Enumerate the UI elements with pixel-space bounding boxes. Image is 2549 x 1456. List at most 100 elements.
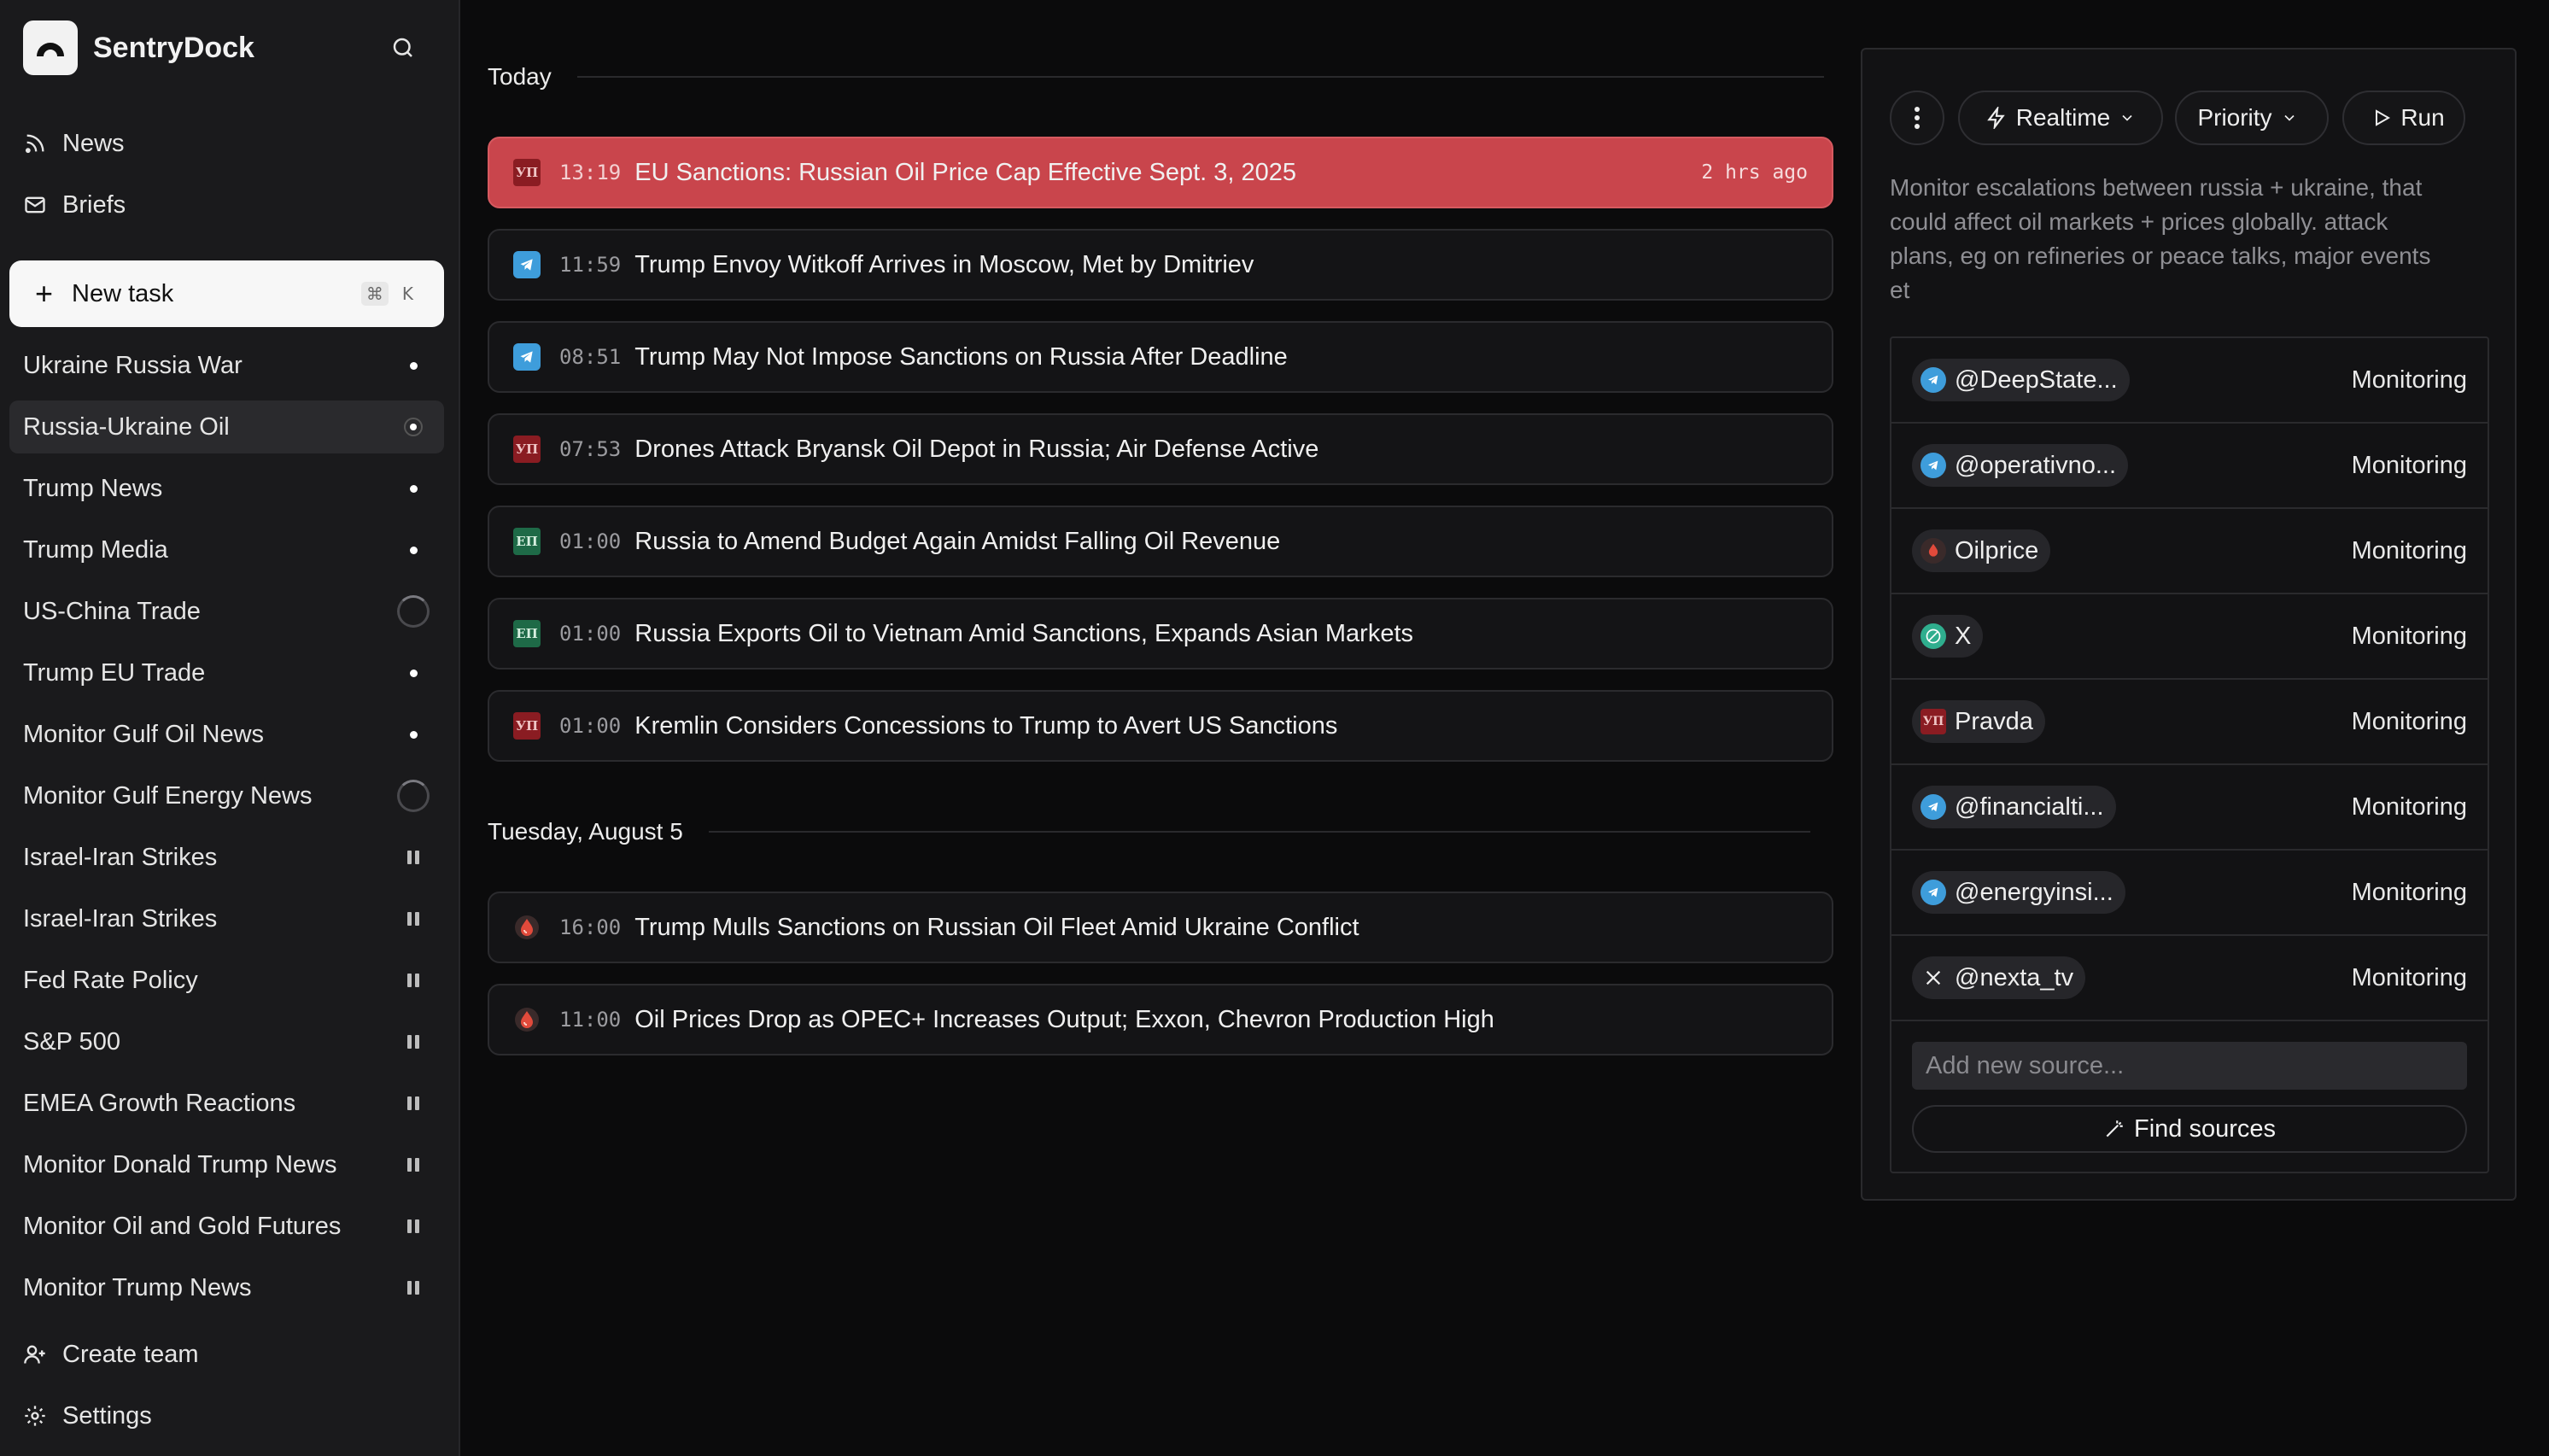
feed-headline: Drones Attack Bryansk Oil Depot in Russi… (634, 435, 1319, 463)
task-item[interactable]: Israel-Iran Strikes (9, 831, 444, 884)
task-item[interactable]: Monitor Gulf Oil News (9, 708, 444, 761)
task-status (396, 1025, 430, 1059)
priority-dropdown[interactable]: Priority (2175, 91, 2329, 145)
active-dot-icon (409, 484, 418, 493)
mode-label: Realtime (2015, 104, 2111, 131)
create-team-link[interactable]: Create team (23, 1333, 199, 1376)
source-chip[interactable]: @nexta_tv (1912, 956, 2086, 999)
task-status (396, 963, 430, 997)
task-label: Monitor Trump News (23, 1273, 252, 1301)
task-item[interactable]: S&P 500 (9, 1015, 444, 1068)
search-icon[interactable] (386, 31, 420, 65)
source-row[interactable]: @DeepState... Monitoring (1891, 338, 2488, 424)
find-sources-button[interactable]: Find sources (1912, 1105, 2467, 1153)
source-row[interactable]: @operativno... Monitoring (1891, 424, 2488, 509)
task-item[interactable]: Russia-Ukraine Oil (9, 401, 444, 453)
source-row[interactable]: X Monitoring (1891, 594, 2488, 680)
source-row[interactable]: @nexta_tv Monitoring (1891, 936, 2488, 1021)
create-team-label: Create team (62, 1340, 199, 1368)
feed-time: 01:00 (559, 714, 622, 738)
task-list: Ukraine Russia War Russia-Ukraine Oil Trum… (9, 339, 444, 1323)
pause-icon (407, 1281, 419, 1295)
feed-item[interactable]: УП 07:53 Drones Attack Bryansk Oil Depot i… (488, 413, 1833, 485)
feed-item[interactable]: ЕП 01:00 Russia to Amend Budget Again Amid… (488, 506, 1833, 577)
mode-dropdown[interactable]: Realtime (1958, 91, 2163, 145)
section-divider (576, 76, 1824, 78)
task-item[interactable]: Monitor Donald Trump News (9, 1138, 444, 1191)
run-label: Run (2400, 104, 2445, 131)
mail-icon (25, 196, 45, 213)
pause-icon (407, 974, 419, 987)
task-item[interactable]: Fed Rate Policy (9, 954, 444, 1007)
nav-news[interactable]: News (23, 122, 125, 165)
run-button[interactable]: Run (2342, 91, 2465, 145)
feed-item[interactable]: 08:51 Trump May Not Impose Sanctions on R… (488, 321, 1833, 393)
selected-dot-icon (404, 418, 423, 436)
spinner-icon (397, 780, 430, 812)
feed-time: 08:51 (559, 345, 622, 369)
task-item[interactable]: Ukraine Russia War (9, 339, 444, 392)
task-item[interactable]: Monitor Oil and Gold Futures (9, 1200, 444, 1253)
add-source-input[interactable] (1912, 1042, 2467, 1090)
chevron-down-icon (2283, 114, 2295, 121)
nav-briefs-label: Briefs (62, 190, 126, 219)
task-item[interactable]: EMEA Growth Reactions (9, 1077, 444, 1130)
section-divider (708, 831, 1810, 833)
task-status (396, 1086, 430, 1120)
section-today: Today (488, 63, 1824, 91)
oil-drop-icon (513, 1006, 541, 1033)
feed-time: 16:00 (559, 915, 622, 939)
source-chip[interactable]: X (1912, 615, 1984, 658)
telegram-icon (1921, 794, 1946, 820)
settings-link[interactable]: Settings (23, 1395, 152, 1437)
task-status (396, 533, 430, 567)
priority-label: Priority (2197, 104, 2272, 131)
source-row[interactable]: @energyinsi... Monitoring (1891, 851, 2488, 936)
new-task-button[interactable]: + New task ⌘ K (9, 260, 444, 327)
feed-item[interactable]: 11:00 Oil Prices Drop as OPEC+ Increases … (488, 984, 1833, 1055)
feed-item[interactable]: УП 01:00 Kremlin Considers Concessions to … (488, 690, 1833, 762)
nav-briefs[interactable]: Briefs (23, 184, 126, 226)
task-item[interactable]: Trump EU Trade (9, 646, 444, 699)
source-chip[interactable]: @financialti... (1912, 786, 2116, 828)
lightning-icon (1986, 107, 2005, 129)
task-detail-panel: Realtime Priority Run Monitor escalation… (1861, 48, 2517, 1201)
feed-headline: Trump Mulls Sanctions on Russian Oil Fle… (634, 913, 1359, 941)
telegram-icon (513, 251, 541, 278)
more-vertical-icon (1915, 107, 1920, 129)
task-item[interactable]: Monitor Gulf Energy News (9, 769, 444, 822)
task-item[interactable]: Trump Media (9, 523, 444, 576)
pravda-logo-icon: УП (513, 712, 541, 740)
source-chip[interactable]: @operativno... (1912, 444, 2129, 487)
user-plus-icon (24, 1345, 45, 1364)
source-row[interactable]: Oilprice Monitoring (1891, 509, 2488, 594)
task-item[interactable]: Monitor Trump News (9, 1261, 444, 1314)
source-chip[interactable]: УП Pravda (1912, 700, 2045, 743)
task-status (396, 717, 430, 751)
source-chip[interactable]: @DeepState... (1912, 359, 2130, 401)
task-label: Russia-Ukraine Oil (23, 412, 230, 441)
feed-item[interactable]: 16:00 Trump Mulls Sanctions on Russian Oi… (488, 892, 1833, 963)
task-description[interactable]: Monitor escalations between russia + ukr… (1890, 171, 2453, 307)
task-status (396, 1271, 430, 1305)
more-options-button[interactable] (1890, 91, 1944, 145)
rss-icon (25, 134, 44, 154)
feed-item[interactable]: 11:59 Trump Envoy Witkoff Arrives in Mosc… (488, 229, 1833, 301)
new-task-label: New task (72, 279, 174, 307)
feed-item[interactable]: ЕП 01:00 Russia Exports Oil to Vietnam Ami… (488, 598, 1833, 670)
telegram-icon (1921, 453, 1946, 478)
source-chip[interactable]: @energyinsi... (1912, 871, 2125, 914)
feed-item[interactable]: УП 13:19 EU Sanctions: Russian Oil Price C… (488, 137, 1833, 208)
task-status (396, 840, 430, 874)
task-item[interactable]: Israel-Iran Strikes (9, 892, 444, 945)
eu-logo-icon: ЕП (513, 620, 541, 647)
source-row[interactable]: @financialti... Monitoring (1891, 765, 2488, 851)
task-item[interactable]: Trump News (9, 462, 444, 515)
brand[interactable]: SentryDock (23, 20, 254, 75)
task-label: Trump EU Trade (23, 658, 206, 687)
feed-relative-time: 2 hrs ago (1701, 161, 1808, 184)
source-name: @nexta_tv (1955, 963, 2074, 991)
task-item[interactable]: US-China Trade (9, 585, 444, 638)
source-chip[interactable]: Oilprice (1912, 529, 2051, 572)
source-row[interactable]: УП Pravda Monitoring (1891, 680, 2488, 765)
